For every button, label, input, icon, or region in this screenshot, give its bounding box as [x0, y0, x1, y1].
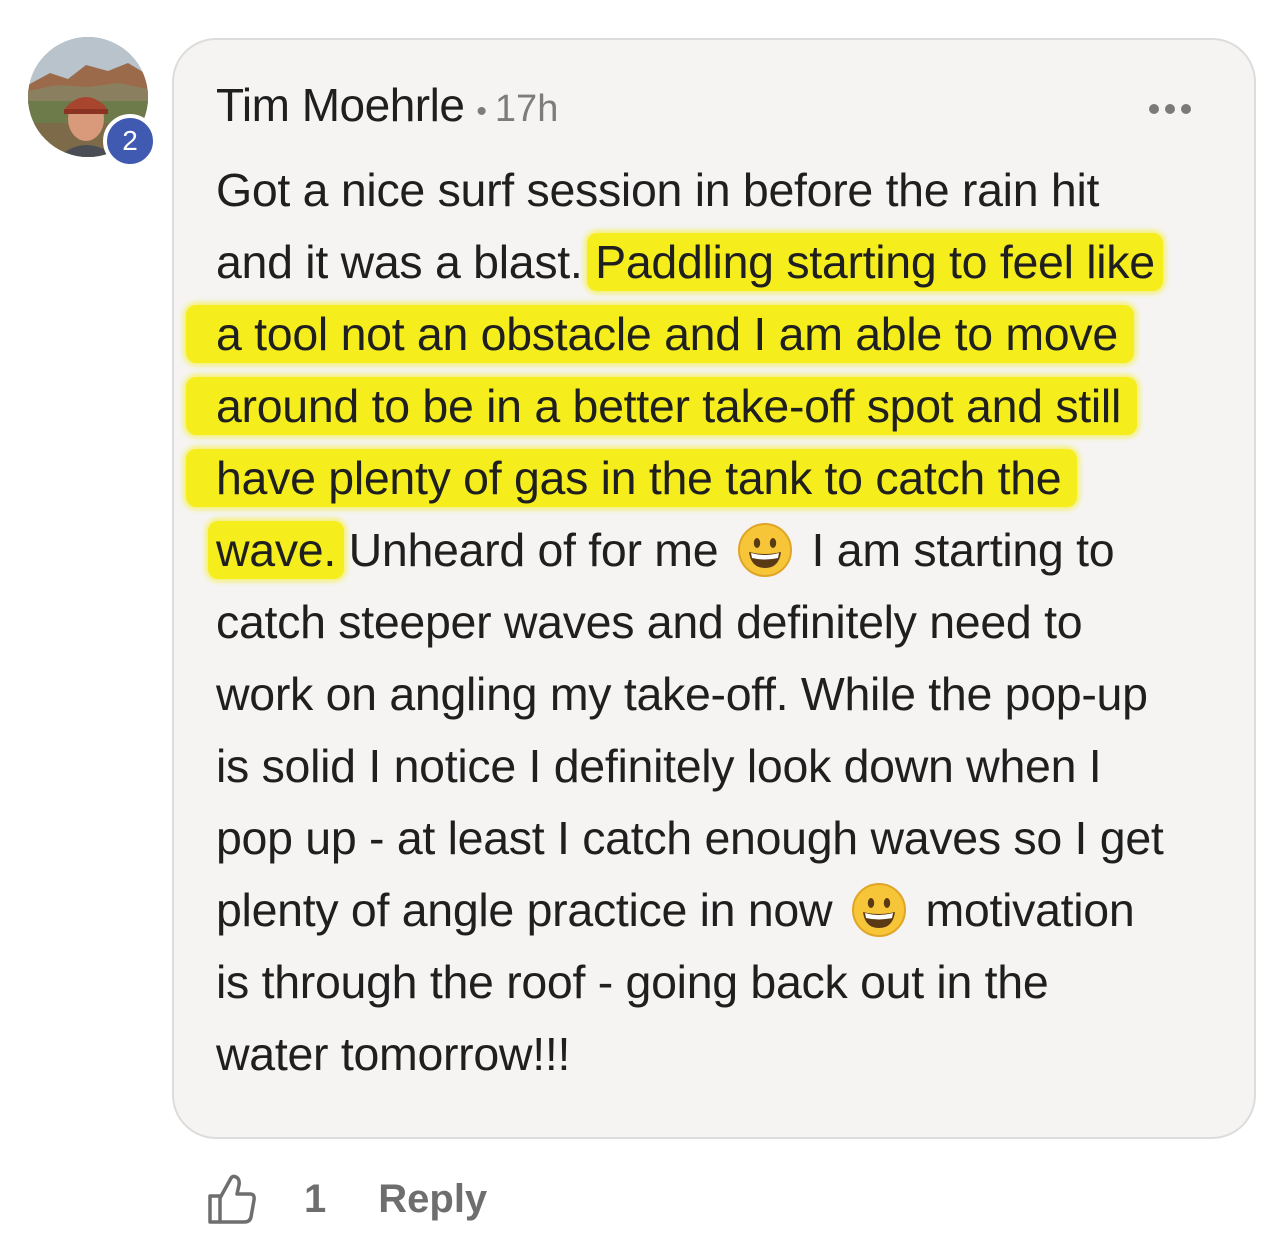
text-segment: work on angling my take-off. While the p…	[216, 668, 1148, 720]
comment-thread: 2 Tim Moehrle • 17h Got a nice surf sess…	[0, 0, 1284, 1259]
text-segment: is solid I notice I definitely look down…	[216, 740, 1102, 792]
comment-line: plenty of angle practice in now motivati…	[216, 874, 1226, 946]
comment-header: Tim Moehrle • 17h	[216, 78, 558, 132]
text-segment: and it was a blast.	[216, 236, 596, 288]
comment-line: wave. Unheard of for me I am starting to	[208, 514, 1226, 586]
avatar-container[interactable]: 2	[28, 37, 157, 168]
highlighted-text: have plenty of gas in the tank to catch …	[186, 449, 1078, 507]
text-segment: plenty of angle practice in now	[216, 884, 845, 936]
author-name[interactable]: Tim Moehrle	[216, 78, 465, 132]
comment-line: water tomorrow!!!	[216, 1018, 1226, 1090]
comment-line: around to be in a better take-off spot a…	[186, 370, 1226, 442]
comment-line: is through the roof - going back out in …	[216, 946, 1226, 1018]
more-dot	[1149, 104, 1159, 114]
avatar-badge: 2	[103, 114, 157, 168]
highlighted-text: wave.	[208, 521, 344, 579]
text-segment: pop up - at least I catch enough waves s…	[216, 812, 1164, 864]
reply-button[interactable]: Reply	[378, 1177, 487, 1222]
comment-time[interactable]: 17h	[495, 88, 558, 131]
comment-line: pop up - at least I catch enough waves s…	[216, 802, 1226, 874]
text-segment: is through the roof - going back out in …	[216, 956, 1049, 1008]
comment-line: catch steeper waves and definitely need …	[216, 586, 1226, 658]
grinning-face-icon	[737, 523, 792, 577]
comment-line: is solid I notice I definitely look down…	[216, 730, 1226, 802]
text-segment: I am starting to	[798, 524, 1115, 576]
comment-bubble: Tim Moehrle • 17h Got a nice surf sessio…	[172, 38, 1256, 1139]
comment-line: have plenty of gas in the tank to catch …	[186, 442, 1226, 514]
comment-body: Got a nice surf session in before the ra…	[186, 154, 1226, 1090]
highlighted-text: Paddling starting to feel like	[587, 233, 1163, 291]
comment-line: Got a nice surf session in before the ra…	[216, 154, 1226, 226]
text-segment: Got a nice surf session in before the ra…	[216, 164, 1100, 216]
more-dot	[1165, 104, 1175, 114]
grinning-face-icon	[851, 883, 906, 937]
highlighted-text: around to be in a better take-off spot a…	[186, 377, 1137, 435]
comment-actions: 1 Reply	[206, 1172, 487, 1226]
text-segment: Unheard of for me	[335, 524, 731, 576]
more-dot	[1181, 104, 1191, 114]
text-segment: catch steeper waves and definitely need …	[216, 596, 1083, 648]
thumbs-up-icon[interactable]	[206, 1172, 258, 1226]
comment-line: a tool not an obstacle and I am able to …	[186, 298, 1226, 370]
comment-line: and it was a blast. Paddling starting to…	[216, 226, 1226, 298]
like-count[interactable]: 1	[304, 1177, 326, 1222]
separator-dot: •	[476, 95, 487, 128]
text-segment: water tomorrow!!!	[216, 1028, 571, 1080]
highlighted-text: a tool not an obstacle and I am able to …	[186, 305, 1134, 363]
comment-line: work on angling my take-off. While the p…	[216, 658, 1226, 730]
more-horizontal-icon[interactable]	[1149, 104, 1191, 114]
text-segment: motivation	[912, 884, 1135, 936]
